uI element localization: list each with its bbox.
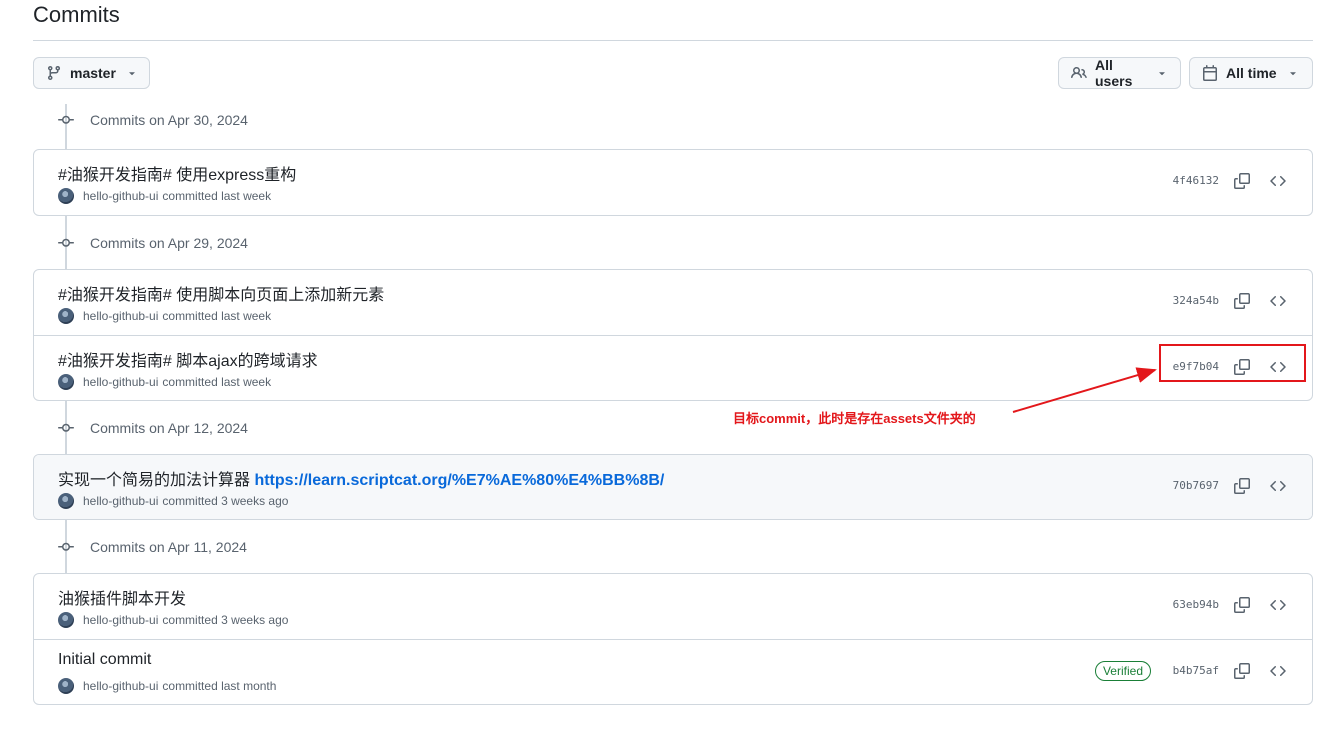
triangle-down-icon [1156,67,1168,79]
commit-group-date: Commits on Apr 29, 2024 [90,235,248,251]
commit-row: Initial commit hello-github-ui committed… [34,639,1312,704]
commit-row: #油猴开发指南# 脚本ajax的跨域请求 hello-github-ui com… [34,335,1312,400]
commit-row: #油猴开发指南# 使用脚本向页面上添加新元素 hello-github-ui c… [34,270,1312,335]
avatar[interactable] [58,493,74,509]
commit-sha[interactable]: 70b7697 [1173,479,1219,492]
commit-author[interactable]: hello-github-ui [83,309,158,323]
commit-meta: hello-github-ui committed 3 weeks ago [58,612,288,628]
commit-sha[interactable]: b4b75af [1173,664,1219,677]
commit-time: committed last week [162,189,272,203]
time-filter-label: All time [1226,65,1277,81]
commit-message[interactable]: #油猴开发指南# 使用express重构 [58,161,296,185]
people-icon [1071,65,1087,81]
commit-meta: hello-github-ui committed 3 weeks ago [58,493,288,509]
code-icon[interactable] [1270,293,1286,309]
annotation-text: 目标commit，此时是存在assets文件夹的 [733,411,976,426]
avatar[interactable] [58,374,74,390]
commit-list: #油猴开发指南# 使用express重构 hello-github-ui com… [33,149,1313,216]
commit-author[interactable]: hello-github-ui [83,679,158,693]
commit-sha[interactable]: 324a54b [1173,294,1219,307]
time-filter-button[interactable]: All time [1189,57,1313,89]
commit-author[interactable]: hello-github-ui [83,375,158,389]
commit-group-date: Commits on Apr 30, 2024 [90,112,248,128]
copy-icon[interactable] [1234,173,1250,189]
users-filter-button[interactable]: All users [1058,57,1181,89]
commit-sha[interactable]: 63eb94b [1173,598,1219,611]
branch-selector-button[interactable]: master [33,57,150,89]
commit-time: committed last week [162,375,272,389]
copy-icon[interactable] [1234,478,1250,494]
commit-sha[interactable]: 4f46132 [1173,174,1219,187]
commit-message[interactable]: 油猴插件脚本开发 [58,585,186,609]
copy-icon[interactable] [1234,293,1250,309]
commit-row: 油猴插件脚本开发 hello-github-ui committed 3 wee… [34,574,1312,639]
commit-group-date: Commits on Apr 11, 2024 [90,539,247,555]
commit-group-header: Commits on Apr 11, 2024 [58,537,247,557]
copy-icon[interactable] [1234,597,1250,613]
commit-group-header: Commits on Apr 12, 2024 [58,418,248,438]
triangle-down-icon [1287,67,1299,79]
commit-row: 实现一个简易的加法计算器 https://learn.scriptcat.org… [34,455,1312,519]
commit-group-date: Commits on Apr 12, 2024 [90,420,248,436]
users-filter-label: All users [1095,57,1133,89]
commit-time: committed last week [162,309,272,323]
code-icon[interactable] [1270,597,1286,613]
commit-row: #油猴开发指南# 使用express重构 hello-github-ui com… [34,150,1312,215]
commit-author[interactable]: hello-github-ui [83,189,158,203]
triangle-down-icon [126,67,138,79]
commit-list: #油猴开发指南# 使用脚本向页面上添加新元素 hello-github-ui c… [33,269,1313,401]
avatar[interactable] [58,308,74,324]
commit-group-header: Commits on Apr 30, 2024 [58,110,248,130]
commit-group-header: Commits on Apr 29, 2024 [58,233,248,253]
commit-list: 油猴插件脚本开发 hello-github-ui committed 3 wee… [33,573,1313,705]
commit-time: committed 3 weeks ago [162,613,289,627]
page-title: Commits [33,2,120,27]
code-icon[interactable] [1270,663,1286,679]
commit-meta: hello-github-ui committed last week [58,374,271,390]
commit-message[interactable]: 实现一个简易的加法计算器 https://learn.scriptcat.org… [58,466,664,490]
commit-author[interactable]: hello-github-ui [83,494,158,508]
calendar-icon [1202,65,1218,81]
git-branch-icon [46,65,62,81]
commit-meta: hello-github-ui committed last week [58,188,271,204]
git-commit-icon [58,112,74,128]
copy-icon[interactable] [1234,663,1250,679]
branch-name: master [70,65,116,81]
title-divider [33,40,1313,41]
git-commit-icon [58,420,74,436]
verified-badge[interactable]: Verified [1094,661,1151,681]
avatar[interactable] [58,188,74,204]
commit-meta: hello-github-ui committed last week [58,308,271,324]
commit-time: committed last month [162,679,277,693]
commit-meta: hello-github-ui committed last month [58,678,276,694]
avatar[interactable] [58,612,74,628]
git-commit-icon [58,235,74,251]
commit-author[interactable]: hello-github-ui [83,613,158,627]
avatar[interactable] [58,678,74,694]
git-commit-icon [58,539,74,555]
commit-message-link[interactable]: https://learn.scriptcat.org/%E7%AE%80%E4… [254,472,664,489]
annotation-highlight-box [1159,344,1306,382]
code-icon[interactable] [1270,478,1286,494]
commit-message[interactable]: #油猴开发指南# 脚本ajax的跨域请求 [58,347,318,371]
commit-list: 实现一个简易的加法计算器 https://learn.scriptcat.org… [33,454,1313,520]
commit-time: committed 3 weeks ago [162,494,289,508]
code-icon[interactable] [1270,173,1286,189]
commit-message[interactable]: Initial commit [58,651,151,669]
commit-message[interactable]: #油猴开发指南# 使用脚本向页面上添加新元素 [58,281,384,305]
